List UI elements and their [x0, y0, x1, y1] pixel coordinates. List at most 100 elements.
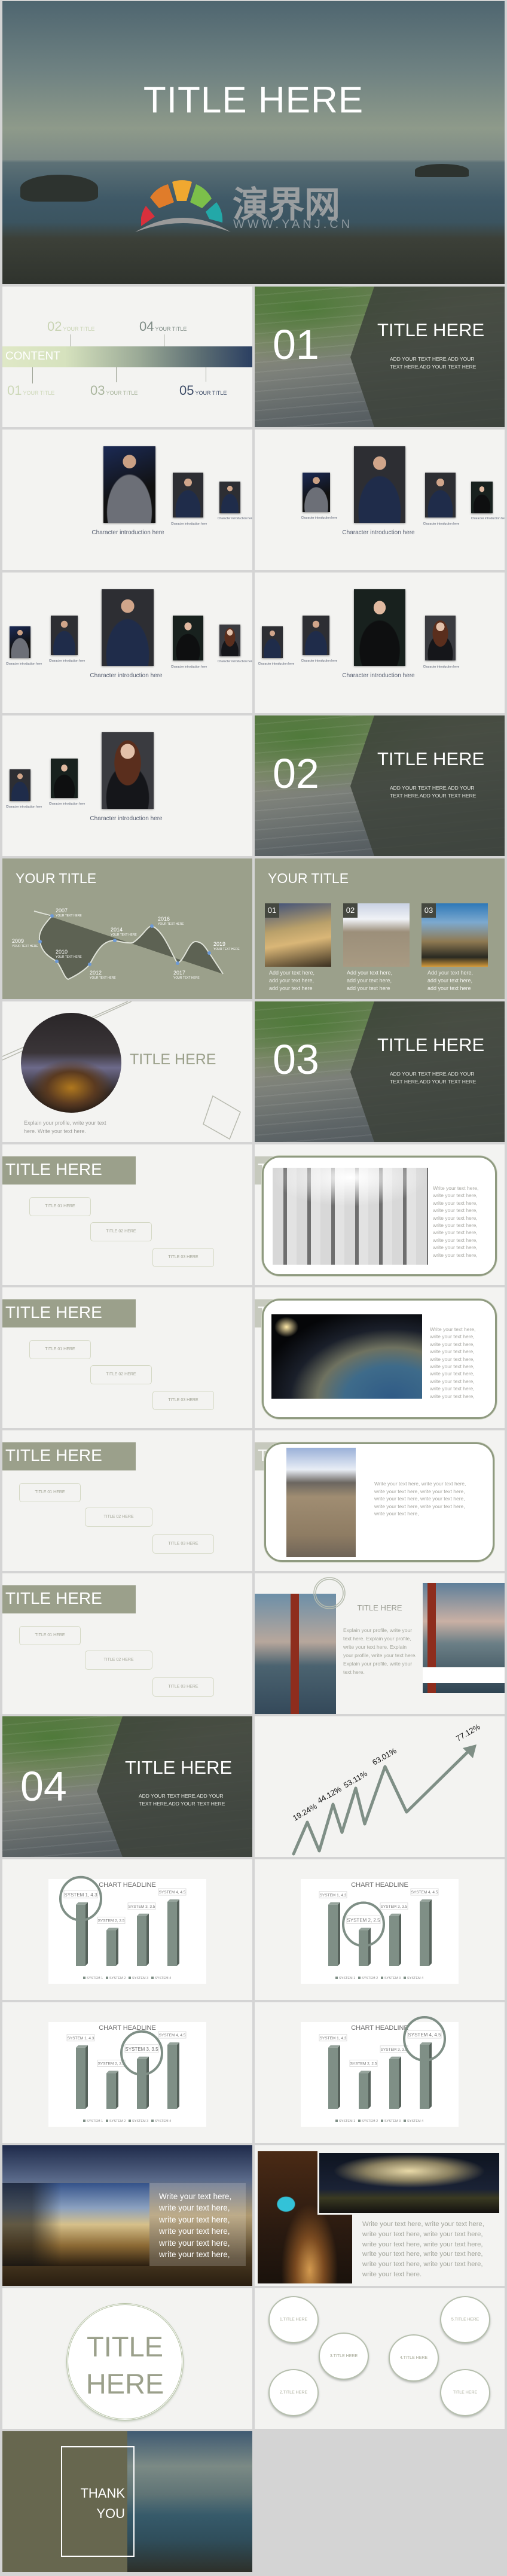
slide-title: TITLE HERE: [5, 1589, 102, 1607]
contents-item[interactable]: 03 YOUR TITLE: [90, 383, 138, 398]
bar-side: [146, 1913, 149, 1966]
step-box[interactable]: TITLE 03 HERE: [152, 1677, 214, 1697]
text-line: write your text here,: [430, 1333, 475, 1340]
team-slide[interactable]: Character introduction here Character in…: [2, 715, 252, 856]
bar-chart-slide[interactable]: CHART HEADLINE SYSTEM 1, 4.3 SYSTEM 1 SYSTE…: [255, 2002, 505, 2143]
step-box[interactable]: TITLE 03 HERE: [152, 1248, 214, 1267]
timeline-slide[interactable]: YOUR TITLE 2007 YOUR TEXT HERE 2009 YOUR T…: [2, 858, 252, 999]
gallery-slide[interactable]: YOUR TITLE 01 02 03 Add your text here, a…: [255, 858, 505, 999]
team-slide[interactable]: Character introduction here Character in…: [2, 573, 252, 713]
thank-you-slide[interactable]: THANK YOU: [2, 2431, 252, 2572]
contents-item[interactable]: 01 YOUR TITLE: [7, 383, 54, 398]
bar-side: [368, 1928, 371, 1966]
title-slide[interactable]: TITLE HERE 演界网 WWW.YANJ.CN: [2, 1, 505, 284]
section-text: ADD YOUR TEXT HERE,ADD YOUR TEXT HERE,ADD…: [139, 1793, 225, 1807]
bar-chart-slide[interactable]: CHART HEADLINE SYSTEM 1, 4.3 SYSTEM 1 SYSTE…: [2, 1859, 252, 2000]
content-bar: CONTENT: [2, 346, 252, 367]
step-box[interactable]: TITLE 02 HERE: [90, 1222, 152, 1241]
card-slide[interactable]: TITLE HERE Write your text here, write y…: [255, 1430, 505, 1571]
section-slide-03[interactable]: 03 TITLE HERE ADD YOUR TEXT HERE,ADD YOU…: [255, 1001, 505, 1142]
item-number: 04: [139, 319, 154, 334]
svg-text:SYSTEM 3, 3.5: SYSTEM 3, 3.5: [381, 2048, 408, 2052]
step-box[interactable]: TITLE 02 HERE: [90, 1365, 152, 1384]
contents-slide[interactable]: CONTENT 02 YOUR TITLE 04 YOUR TITLE 01 YOUR…: [2, 287, 252, 427]
steps-slide[interactable]: TITLE HERE TITLE 01 HERE TITLE 02 HERE T…: [2, 1287, 252, 1428]
team-slide[interactable]: Character introduction here Character in…: [255, 573, 505, 713]
bar-side: [85, 1902, 88, 1966]
section-slide-01[interactable]: 01 TITLE HERE ADD YOUR TEXT HERE,ADD YOU…: [255, 287, 505, 427]
team-slide[interactable]: Character introduction here Character in…: [255, 430, 505, 570]
step-box[interactable]: TITLE 01 HERE: [19, 1483, 81, 1502]
step-box[interactable]: TITLE 01 HERE: [19, 1626, 81, 1645]
bubble-item[interactable]: TITLE HERE: [440, 2369, 490, 2416]
contents-item[interactable]: 02 YOUR TITLE: [47, 319, 94, 334]
team-slide[interactable]: Character introduction here Character in…: [2, 430, 252, 570]
svg-text:SYSTEM 2, 2.5: SYSTEM 2, 2.5: [350, 2062, 377, 2066]
bar: [328, 2047, 338, 2109]
data-label: SYSTEM 1, 4.3: [319, 2034, 347, 2042]
bubble-item[interactable]: 2.TITLE HERE: [268, 2369, 319, 2416]
timeline-point: 2016 YOUR TEXT HERE: [158, 916, 184, 926]
fireworks-photo: [317, 2151, 501, 2215]
card-slide[interactable]: TITLE HERE Write your text here,write yo…: [255, 1287, 505, 1428]
svg-text:SYSTEM 1, 4.3: SYSTEM 1, 4.3: [320, 1893, 347, 1898]
portrait-photo: [262, 626, 283, 658]
step-box[interactable]: TITLE 03 HERE: [152, 1534, 214, 1554]
steps-slide[interactable]: TITLE HERE TITLE 01 HERE TITLE 02 HERE T…: [2, 1430, 252, 1571]
portrait-photo: [51, 759, 78, 798]
legend-swatch: [83, 1977, 85, 1979]
step-box[interactable]: TITLE 02 HERE: [85, 1508, 152, 1527]
steps-slide[interactable]: TITLE HERE TITLE 01 HERE TITLE 02 HERE T…: [2, 1573, 252, 1714]
eiffel-slide[interactable]: Write your text here, write your text he…: [255, 2145, 505, 2286]
profile-slide[interactable]: TITLE HERE Explain your profile, write y…: [2, 1001, 252, 1142]
tower-bridge-slide[interactable]: Write your text here, write your text her…: [2, 2145, 252, 2286]
cathedral-photo: 03: [422, 903, 488, 967]
section-text: ADD YOUR TEXT HERE,ADD YOUR TEXT HERE,ADD…: [390, 1071, 477, 1085]
bar: [420, 2045, 429, 2109]
section-slide-02[interactable]: 02 TITLE HERE ADD YOUR TEXT HERE,ADD YOU…: [255, 715, 505, 856]
legend-label: SYSTEM 3: [132, 1977, 148, 1980]
legend-swatch: [129, 1977, 131, 1979]
legend-swatch: [404, 1977, 406, 1979]
tower-bridge-photo: [2, 2183, 149, 2266]
title-circle-slide[interactable]: TITLE HERE: [2, 2288, 252, 2429]
card-slide[interactable]: TITLE HERE Write your text here,write yo…: [255, 1144, 505, 1285]
content-card: Write your text here, write your text her…: [262, 1156, 497, 1276]
caption: Character introduction here: [48, 802, 85, 806]
contents-item[interactable]: 05 YOUR TITLE: [179, 383, 227, 398]
step-box[interactable]: TITLE 02 HERE: [85, 1651, 152, 1670]
bubble-item[interactable]: 1.TITLE HERE: [268, 2296, 319, 2343]
bubble-item[interactable]: 3.TITLE HERE: [319, 2333, 369, 2380]
data-label: SYSTEM 3, 3.5: [380, 1902, 408, 1910]
thank-you-text: THANK YOU: [80, 2486, 125, 2521]
steps-slide[interactable]: TITLE HERE TITLE 01 HERE TITLE 02 HERE T…: [2, 1144, 252, 1285]
section-number: 04: [20, 1763, 67, 1810]
step-box[interactable]: TITLE 01 HERE: [29, 1340, 91, 1359]
bar-chart-slide[interactable]: CHART HEADLINE SYSTEM 1, 4.3 SYSTEM 1 SYSTE…: [2, 2002, 252, 2143]
decorative-circle: [313, 1577, 346, 1609]
bubbles-slide[interactable]: 1.TITLE HERE 2.TITLE HERE 3.TITLE HERE 4…: [255, 2288, 505, 2429]
item-number: 01: [7, 383, 22, 398]
bar-side: [399, 1913, 401, 1966]
growth-chart: 19.24% 44.12% 53.11% 63.01% 77.12%: [291, 1722, 482, 1856]
bridge-slide[interactable]: TITLE HERE Explain your profile, write y…: [255, 1573, 505, 1714]
bar-chart-svg: SYSTEM 1, 4.3 SYSTEM 1 SYSTEM 2, 2.5 SYSTEM…: [319, 1888, 439, 1980]
legend-label: SYSTEM 4: [155, 1977, 171, 1980]
step-box[interactable]: TITLE 03 HERE: [152, 1391, 214, 1410]
growth-label: 44.12%: [316, 1784, 343, 1805]
step-box[interactable]: TITLE 01 HERE: [29, 1197, 91, 1216]
section-slide-04[interactable]: 04 TITLE HERE ADD YOUR TEXT HERE,ADD YOU…: [2, 1716, 252, 1857]
bar-chart-slide[interactable]: CHART HEADLINE SYSTEM 1, 4.3 SYSTEM 1 SYSTE…: [255, 1859, 505, 2000]
text-line: write your text here,: [433, 1207, 478, 1214]
contents-item[interactable]: 04 YOUR TITLE: [139, 319, 187, 334]
legend-label: SYSTEM 1: [339, 1977, 355, 1980]
bubble-item[interactable]: 4.TITLE HERE: [389, 2334, 439, 2382]
svg-text:SYSTEM 4, 4.5: SYSTEM 4, 4.5: [411, 1890, 438, 1895]
legend-label: SYSTEM 3: [384, 1977, 401, 1980]
bubble-item[interactable]: 5.TITLE HERE: [440, 2296, 490, 2343]
text-line: write your text here,: [433, 1229, 478, 1236]
growth-slide[interactable]: 19.24% 44.12% 53.11% 63.01% 77.12%: [255, 1716, 505, 1857]
timeline-point: 2012 YOUR TEXT HERE: [90, 970, 116, 980]
circle-title: TITLE HERE: [85, 2331, 164, 2400]
legend-label: SYSTEM 3: [132, 2120, 148, 2123]
